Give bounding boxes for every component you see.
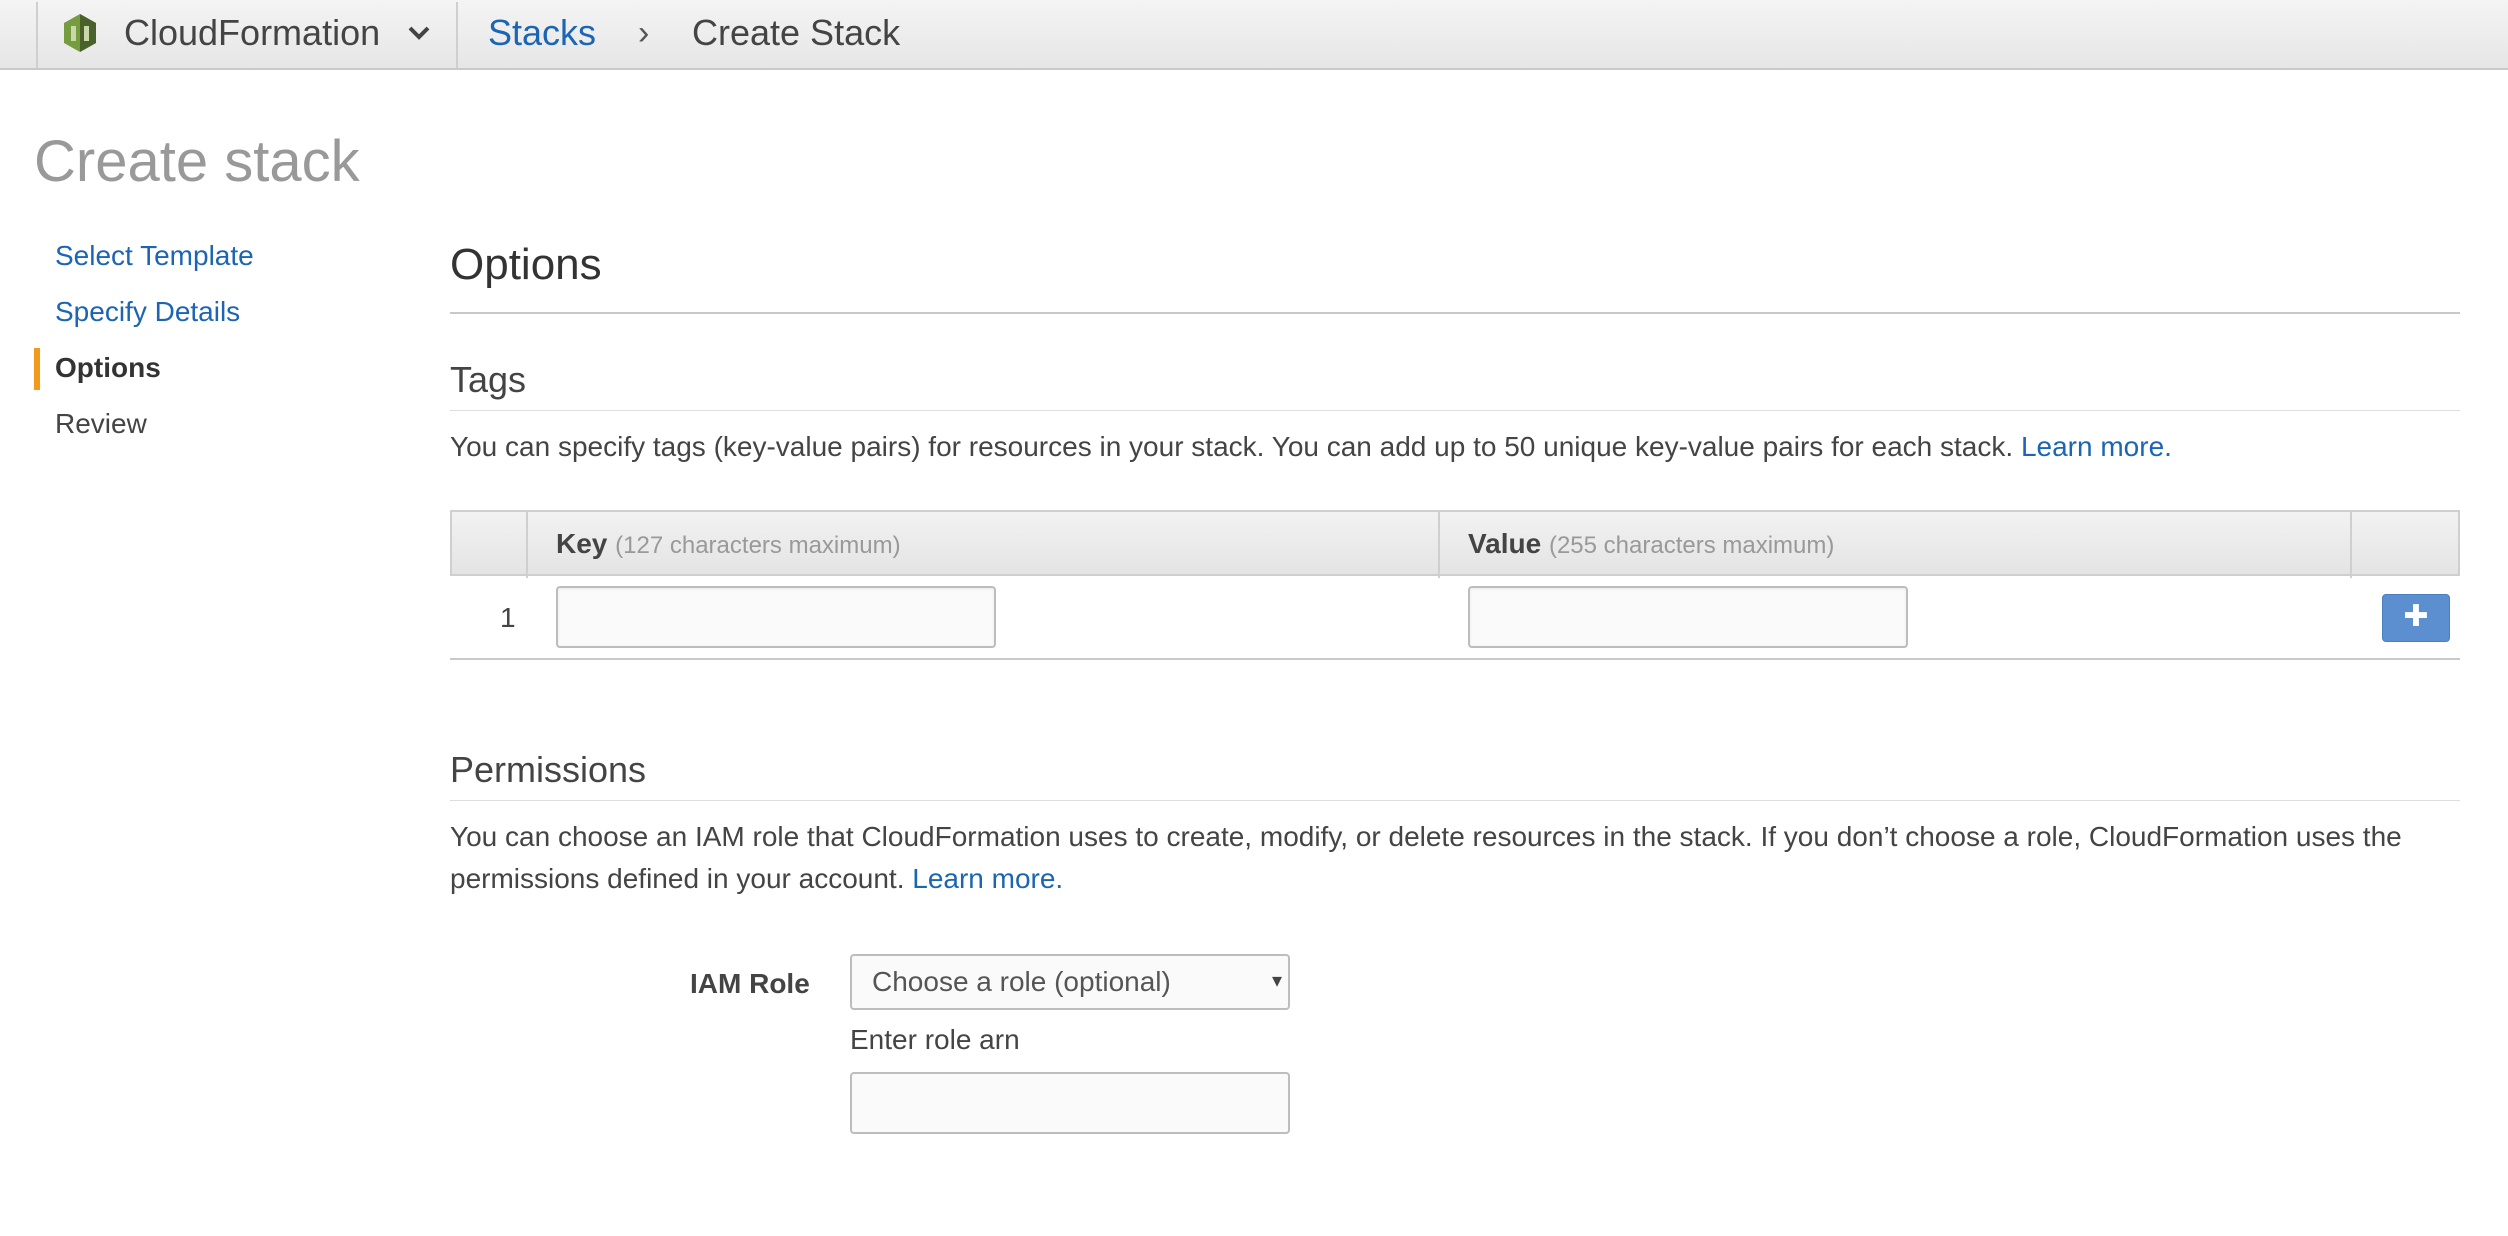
tags-learn-more-link[interactable]: Learn more. xyxy=(2021,431,2172,462)
table-row: 1 ✚ xyxy=(450,576,2460,660)
page-title: Create stack xyxy=(34,129,360,194)
role-arn-input[interactable] xyxy=(850,1072,1290,1134)
value-header-hint: (255 characters maximum) xyxy=(1548,532,1835,559)
tag-key-input[interactable] xyxy=(556,586,996,648)
breadcrumb-current: Create Stack xyxy=(692,12,901,53)
permissions-description: You can choose an IAM role that CloudFor… xyxy=(450,816,2460,900)
heading-divider xyxy=(450,312,2460,314)
plus-icon: ✚ xyxy=(2403,600,2429,633)
tag-value-input[interactable] xyxy=(1468,586,1908,648)
service-name[interactable]: CloudFormation xyxy=(124,12,380,54)
role-arn-label: Enter role arn xyxy=(850,1024,1020,1055)
tags-table: Key (127 characters maximum) Value (255 … xyxy=(450,510,2460,660)
tags-divider xyxy=(450,410,2460,411)
breadcrumb-separator-icon: › xyxy=(638,14,650,52)
step-specify-details[interactable]: Specify Details xyxy=(34,288,374,344)
step-options: Options xyxy=(34,344,374,400)
chevron-down-icon[interactable] xyxy=(404,18,434,48)
add-tag-button[interactable]: ✚ xyxy=(2382,594,2450,642)
tags-description: You can specify tags (key-value pairs) f… xyxy=(450,426,2460,468)
step-review: Review xyxy=(55,408,147,439)
topbar-divider xyxy=(456,2,458,68)
column-divider xyxy=(526,512,528,578)
value-column-header: Value (255 characters maximum) xyxy=(1468,526,1834,564)
breadcrumb-stacks-link[interactable]: Stacks xyxy=(488,12,596,54)
column-divider xyxy=(1438,512,1440,578)
wizard-steps-nav: Select Template Specify Details Options … xyxy=(34,232,374,456)
step-select-template[interactable]: Select Template xyxy=(34,232,374,288)
options-heading: Options xyxy=(450,240,602,289)
permissions-description-text: You can choose an IAM role that CloudFor… xyxy=(450,821,2402,894)
dropdown-arrow-icon: ▾ xyxy=(1271,970,1282,992)
cloudformation-logo-icon xyxy=(64,14,96,52)
iam-role-select[interactable]: Choose a role (optional) ▾ xyxy=(850,954,1290,1010)
top-navigation-bar: CloudFormation Stacks › Create Stack xyxy=(0,0,2508,70)
value-header-label: Value xyxy=(1468,528,1542,559)
key-header-label: Key xyxy=(556,528,608,559)
tags-title: Tags xyxy=(450,359,527,400)
tags-description-text: You can specify tags (key-value pairs) f… xyxy=(450,431,2014,462)
topbar-divider xyxy=(36,2,38,68)
key-header-hint: (127 characters maximum) xyxy=(615,532,901,559)
iam-role-label: IAM Role xyxy=(690,968,810,999)
permissions-title: Permissions xyxy=(450,749,647,790)
step-options-label: Options xyxy=(55,352,161,383)
tags-table-header: Key (127 characters maximum) Value (255 … xyxy=(450,510,2460,578)
main-content: Options Tags You can specify tags (key-v… xyxy=(450,230,2460,1134)
key-column-header: Key (127 characters maximum) xyxy=(556,526,901,564)
iam-role-select-value: Choose a role (optional) xyxy=(872,966,1171,997)
permissions-learn-more-link[interactable]: Learn more. xyxy=(912,863,1063,894)
row-number: 1 xyxy=(500,602,516,633)
permissions-divider xyxy=(450,800,2460,801)
active-step-indicator xyxy=(34,348,40,390)
column-divider xyxy=(2350,512,2352,578)
